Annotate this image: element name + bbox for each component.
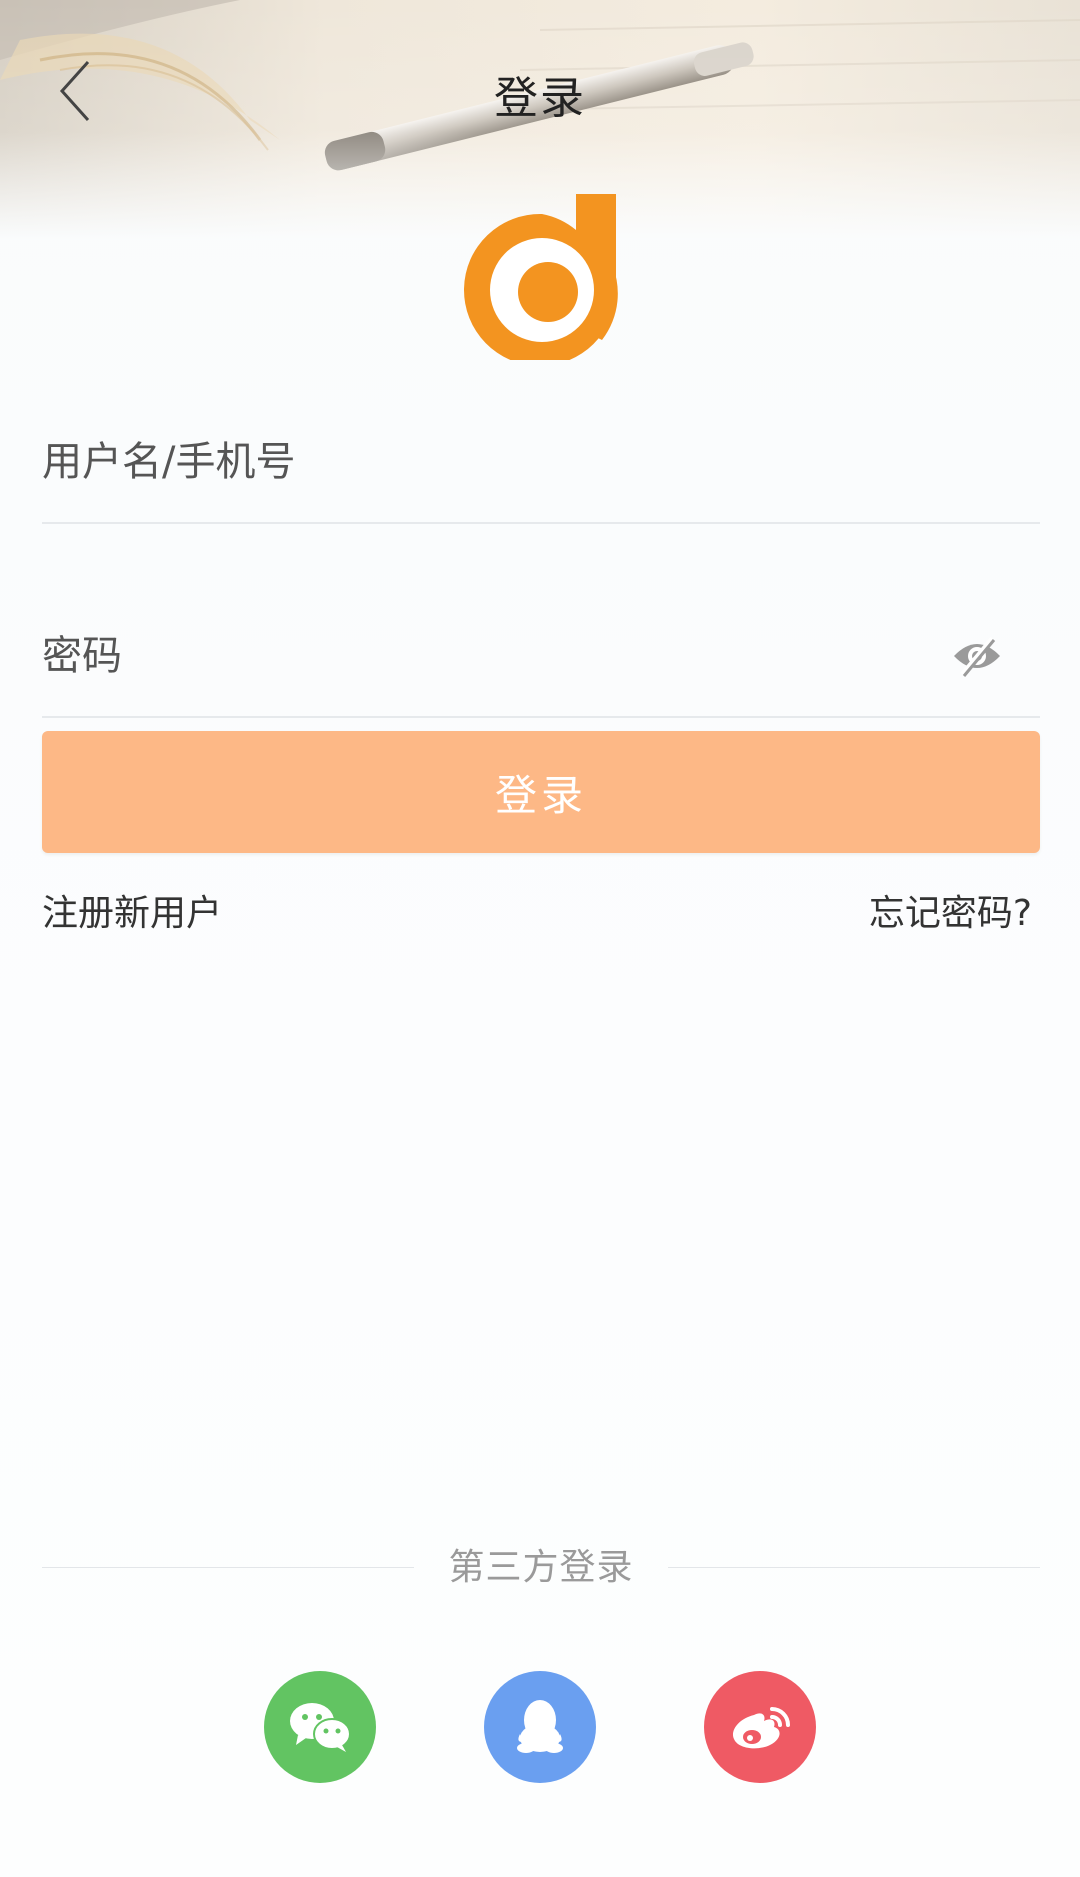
wechat-login-button[interactable] <box>264 1671 376 1783</box>
wechat-icon <box>290 1703 351 1752</box>
brand-logo-icon <box>464 194 618 366</box>
third-party-divider: 第三方登录 <box>42 1540 1040 1596</box>
divider-line-right <box>668 1567 1040 1568</box>
brand-logo <box>462 190 622 366</box>
password-field-row <box>42 596 1040 718</box>
toggle-password-visibility-button[interactable] <box>952 634 1002 678</box>
qq-icon <box>517 1700 563 1753</box>
eye-icon <box>954 636 1000 677</box>
forgot-password-link[interactable]: 忘记密码? <box>869 884 1032 936</box>
username-field-row <box>42 402 1040 524</box>
weibo-login-button[interactable] <box>704 1671 816 1783</box>
login-screen: 登录 登录 注册新用户 忘记密码? <box>0 0 1080 1877</box>
register-link[interactable]: 注册新用户 <box>42 884 222 936</box>
page-title: 登录 <box>494 73 586 124</box>
qq-login-button[interactable] <box>484 1671 596 1783</box>
weibo-icon <box>732 1707 790 1749</box>
username-input[interactable] <box>42 402 922 522</box>
third-party-title: 第三方登录 <box>448 1547 634 1588</box>
login-button[interactable]: 登录 <box>42 731 1040 853</box>
password-input[interactable] <box>42 596 922 716</box>
